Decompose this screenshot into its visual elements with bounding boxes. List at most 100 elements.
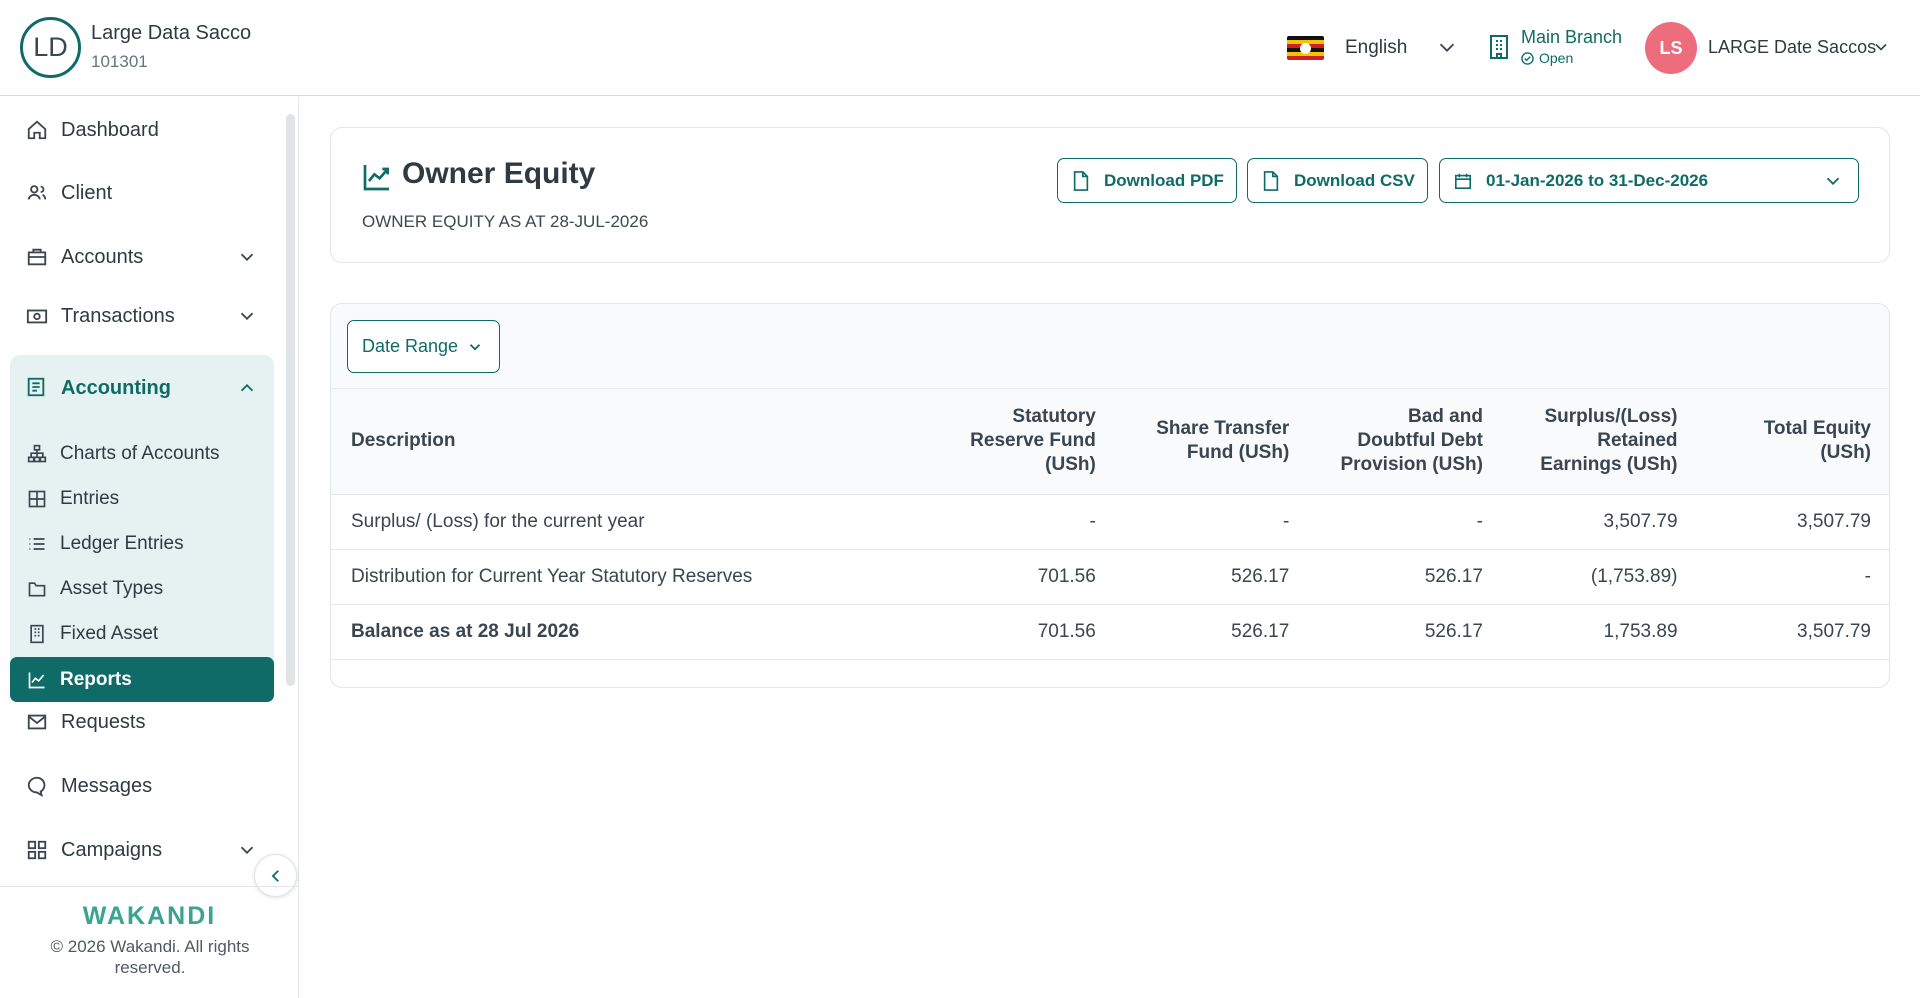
column-header: Statutory Reserve Fund (USh)	[922, 389, 1116, 495]
sidebar-item-label: Client	[61, 181, 113, 204]
sidebar-item-label: Requests	[61, 710, 146, 733]
sidebar-subitem-label: Charts of Accounts	[60, 443, 220, 464]
grid-icon	[25, 838, 49, 862]
sidebar-item-campaigns[interactable]: Campaigns	[10, 826, 274, 874]
page-subtitle: OWNER EQUITY AS AT 28-JUL-2026	[362, 212, 649, 231]
org-name: Large Data Sacco	[91, 22, 252, 44]
table-cell: Distribution for Current Year Statutory …	[331, 549, 923, 605]
table-cell: 3,507.79	[1697, 494, 1889, 550]
brand-logo: WAKANDI	[82, 902, 217, 930]
folder-icon	[26, 578, 48, 600]
chevron-down-icon[interactable]	[236, 839, 258, 861]
table-row: Surplus/ (Loss) for the current year - -…	[331, 494, 1889, 550]
sidebar-subitem-label: Reports	[60, 668, 132, 690]
table-cell: -	[922, 494, 1116, 550]
table-icon	[26, 488, 48, 510]
table-cell: (1,753.89)	[1502, 549, 1698, 605]
table-row: Distribution for Current Year Statutory …	[331, 549, 1889, 605]
sidebar-item-label: Campaigns	[61, 838, 163, 861]
sidebar-item-label: Accounting	[61, 376, 171, 399]
chart-line-icon	[26, 669, 48, 691]
table-cell: -	[1309, 494, 1503, 550]
column-header: Bad and Doubtful Debt Provision (USh)	[1309, 389, 1503, 495]
sidebar-item-label: Messages	[61, 774, 153, 797]
chevron-down-icon[interactable]	[1436, 36, 1458, 58]
user-name[interactable]: LARGE Date Saccos	[1708, 37, 1876, 58]
sidebar-subitem-ledger-entries[interactable]: Ledger Entries	[10, 523, 274, 565]
sidebar-subitem-fixed-asset[interactable]: Fixed Asset	[10, 613, 274, 655]
ledger-icon	[25, 376, 49, 400]
table-cell: 701.56	[922, 549, 1116, 605]
chevron-down-icon[interactable]	[236, 305, 258, 327]
report-header-card: Owner Equity OWNER EQUITY AS AT 28-JUL-2…	[330, 127, 1890, 263]
sidebar-item-label: Dashboard	[61, 118, 159, 141]
sidebar-scrollbar[interactable]	[286, 114, 295, 686]
list-icon	[26, 533, 48, 555]
sidebar-footer-divider	[0, 886, 299, 887]
filter-bar: Date Range	[331, 304, 1889, 389]
file-icon	[1263, 170, 1279, 191]
copyright-text: © 2026 Wakandi. All rights reserved.	[50, 937, 250, 977]
chevron-down-icon[interactable]	[236, 246, 258, 268]
sidebar-item-label: Transactions	[61, 304, 175, 327]
table-cell: 526.17	[1115, 604, 1310, 660]
table-cell: -	[1697, 549, 1889, 605]
top-bar: LD Large Data Sacco 101301 English Main …	[0, 0, 1920, 96]
table-cell: 526.17	[1115, 549, 1310, 605]
sidebar: Dashboard Client Accounts Transactions A…	[0, 97, 299, 998]
branch-status-label: Open	[1539, 50, 1574, 66]
sidebar-item-dashboard[interactable]: Dashboard	[10, 106, 274, 154]
table-cell: Balance as at 28 Jul 2026	[331, 604, 923, 660]
calendar-icon	[1454, 173, 1472, 189]
sidebar-item-client[interactable]: Client	[10, 169, 274, 217]
branch-status: Open	[1521, 50, 1573, 66]
date-range-select[interactable]: 01-Jan-2026 to 31-Dec-2026	[1439, 158, 1859, 203]
language-selector[interactable]: English	[1345, 37, 1407, 59]
sidebar-item-transactions[interactable]: Transactions	[10, 292, 274, 340]
column-header: Total Equity (USh)	[1697, 389, 1889, 495]
table-cell: 3,507.79	[1697, 604, 1889, 660]
table-cell: Surplus/ (Loss) for the current year	[331, 494, 923, 550]
table-cell: 701.56	[922, 604, 1116, 660]
accounting-group: Accounting Charts of Accounts Entries Le…	[10, 355, 274, 702]
building-icon	[26, 623, 48, 645]
column-header: Surplus/(Loss) Retained Earnings (USh)	[1502, 389, 1698, 495]
sidebar-item-requests[interactable]: Requests	[10, 698, 274, 746]
org-avatar[interactable]: LD	[20, 17, 81, 78]
sidebar-subitem-asset-types[interactable]: Asset Types	[10, 568, 274, 610]
download-pdf-label: Download PDF	[1104, 170, 1224, 190]
sidebar-item-messages[interactable]: Messages	[10, 762, 274, 810]
chevron-down-icon[interactable]	[1871, 37, 1891, 57]
column-header: Description	[331, 389, 923, 495]
home-icon	[25, 118, 49, 142]
owner-equity-table-card: Date Range Description Statutory Reserve…	[330, 303, 1890, 688]
table-cell: 526.17	[1309, 604, 1503, 660]
sidebar-item-accounts[interactable]: Accounts	[10, 233, 274, 281]
owner-equity-table: Description Statutory Reserve Fund (USh)…	[331, 389, 1889, 660]
briefcase-icon	[25, 245, 49, 269]
download-csv-button[interactable]: Download CSV	[1247, 158, 1428, 203]
chat-icon	[25, 774, 49, 798]
table-cell: 3,507.79	[1502, 494, 1698, 550]
users-icon	[25, 181, 49, 205]
branch-name[interactable]: Main Branch	[1521, 27, 1622, 48]
sidebar-subitem-charts-of-accounts[interactable]: Charts of Accounts	[10, 433, 274, 475]
user-avatar[interactable]: LS	[1645, 22, 1697, 74]
sidebar-subitem-reports[interactable]: Reports	[10, 657, 274, 702]
date-range-filter-button[interactable]: Date Range	[347, 320, 500, 373]
table-cell: 526.17	[1309, 549, 1503, 605]
check-circle-icon	[1521, 51, 1534, 65]
page-title: Owner Equity	[402, 157, 596, 190]
table-header-row: Description Statutory Reserve Fund (USh)…	[331, 389, 1889, 495]
table-row-total: Balance as at 28 Jul 2026 701.56 526.17 …	[331, 604, 1889, 660]
chevron-up-icon[interactable]	[236, 377, 258, 399]
chevron-left-icon	[271, 869, 279, 882]
sidebar-subitem-entries[interactable]: Entries	[10, 478, 274, 520]
chevron-down-icon	[469, 343, 481, 351]
chart-line-icon	[363, 165, 389, 191]
collapse-sidebar-button[interactable]	[254, 854, 297, 897]
download-pdf-button[interactable]: Download PDF	[1057, 158, 1237, 203]
mail-icon	[25, 710, 49, 734]
sidebar-item-accounting[interactable]: Accounting	[10, 365, 274, 411]
sidebar-item-label: Accounts	[61, 245, 144, 268]
